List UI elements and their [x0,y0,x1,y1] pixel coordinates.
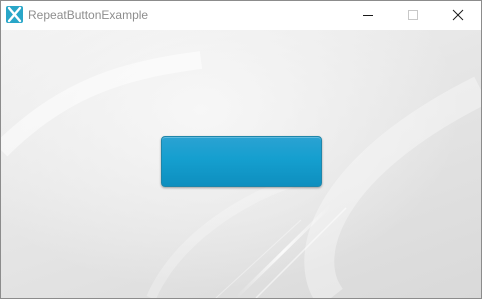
scene-background [1,30,481,298]
minimize-button[interactable] [345,1,390,30]
minimize-icon [363,15,373,16]
application-window: RepeatButtonExample [0,0,482,299]
close-icon [452,9,464,21]
window-title: RepeatButtonExample [28,8,149,22]
repeat-button[interactable] [161,136,322,187]
maximize-icon [408,10,418,20]
maximize-button[interactable] [390,1,435,30]
app-icon [6,6,23,23]
close-button[interactable] [435,1,480,30]
title-bar[interactable]: RepeatButtonExample [1,1,481,30]
